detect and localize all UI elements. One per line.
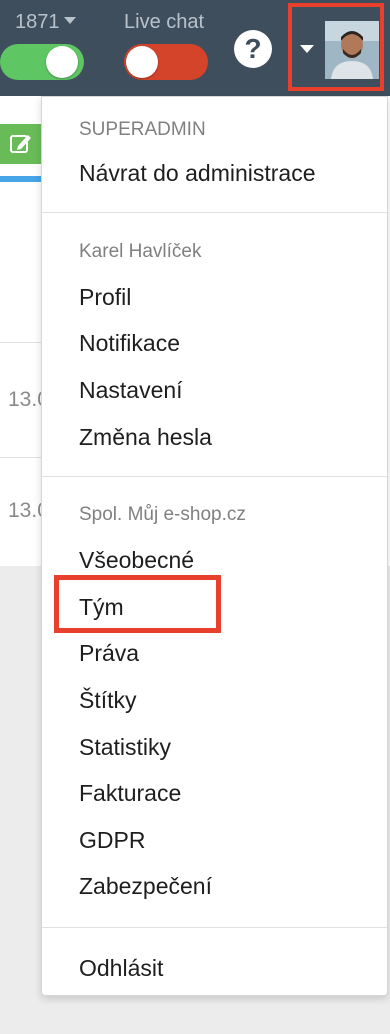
user-menu-trigger-highlight[interactable] [288, 3, 384, 91]
menu-divider [42, 476, 387, 477]
menu-item-statistics[interactable]: Statistiky [79, 734, 171, 761]
menu-item-tags[interactable]: Štítky [79, 687, 137, 714]
user-avatar[interactable] [325, 21, 379, 79]
menu-item-permissions[interactable]: Práva [79, 640, 139, 667]
superadmin-header: SUPERADMIN [79, 119, 206, 140]
account-selector[interactable]: 1871 [15, 11, 76, 34]
account-toggle[interactable] [0, 44, 84, 80]
menu-item-notifications[interactable]: Notifikace [79, 330, 180, 357]
help-icon[interactable]: ? [234, 30, 272, 68]
menu-item-back-to-admin[interactable]: Návrat do administrace [79, 160, 316, 187]
menu-item-change-password[interactable]: Změna hesla [79, 424, 212, 451]
row-divider [0, 457, 42, 458]
menu-divider [42, 212, 387, 213]
menu-item-logout[interactable]: Odhlásit [79, 955, 163, 982]
menu-item-profile[interactable]: Profil [79, 284, 131, 311]
live-chat-label: Live chat [124, 11, 205, 33]
row-date: 13.0 [8, 499, 42, 522]
row-date: 13.0 [8, 388, 42, 411]
menu-item-invoicing[interactable]: Fakturace [79, 780, 181, 807]
user-dropdown-menu: SUPERADMIN Návrat do administrace Karel … [41, 96, 388, 996]
chevron-down-icon [63, 17, 76, 25]
row-divider [0, 342, 42, 343]
pencil-square-icon [10, 135, 31, 153]
team-item-highlight [54, 575, 221, 633]
company-header: Spol. Můj e-shop.cz [79, 504, 246, 525]
menu-item-security[interactable]: Zabezpečení [79, 873, 212, 900]
menu-item-general[interactable]: Všeobecné [79, 547, 194, 574]
menu-divider [42, 927, 387, 928]
user-name-header: Karel Havlíček [79, 241, 202, 262]
live-chat-toggle[interactable] [124, 44, 208, 80]
menu-item-gdpr[interactable]: GDPR [79, 827, 145, 854]
avatar-image [325, 21, 379, 79]
account-selector-label: 1871 [15, 11, 60, 33]
toggle-knob [126, 46, 158, 78]
edit-button[interactable] [0, 124, 42, 164]
toggle-knob [46, 46, 78, 78]
top-navigation-bar: 1871 Live chat ? [0, 0, 390, 96]
progress-line [0, 176, 42, 182]
menu-item-settings[interactable]: Nastavení [79, 377, 183, 404]
